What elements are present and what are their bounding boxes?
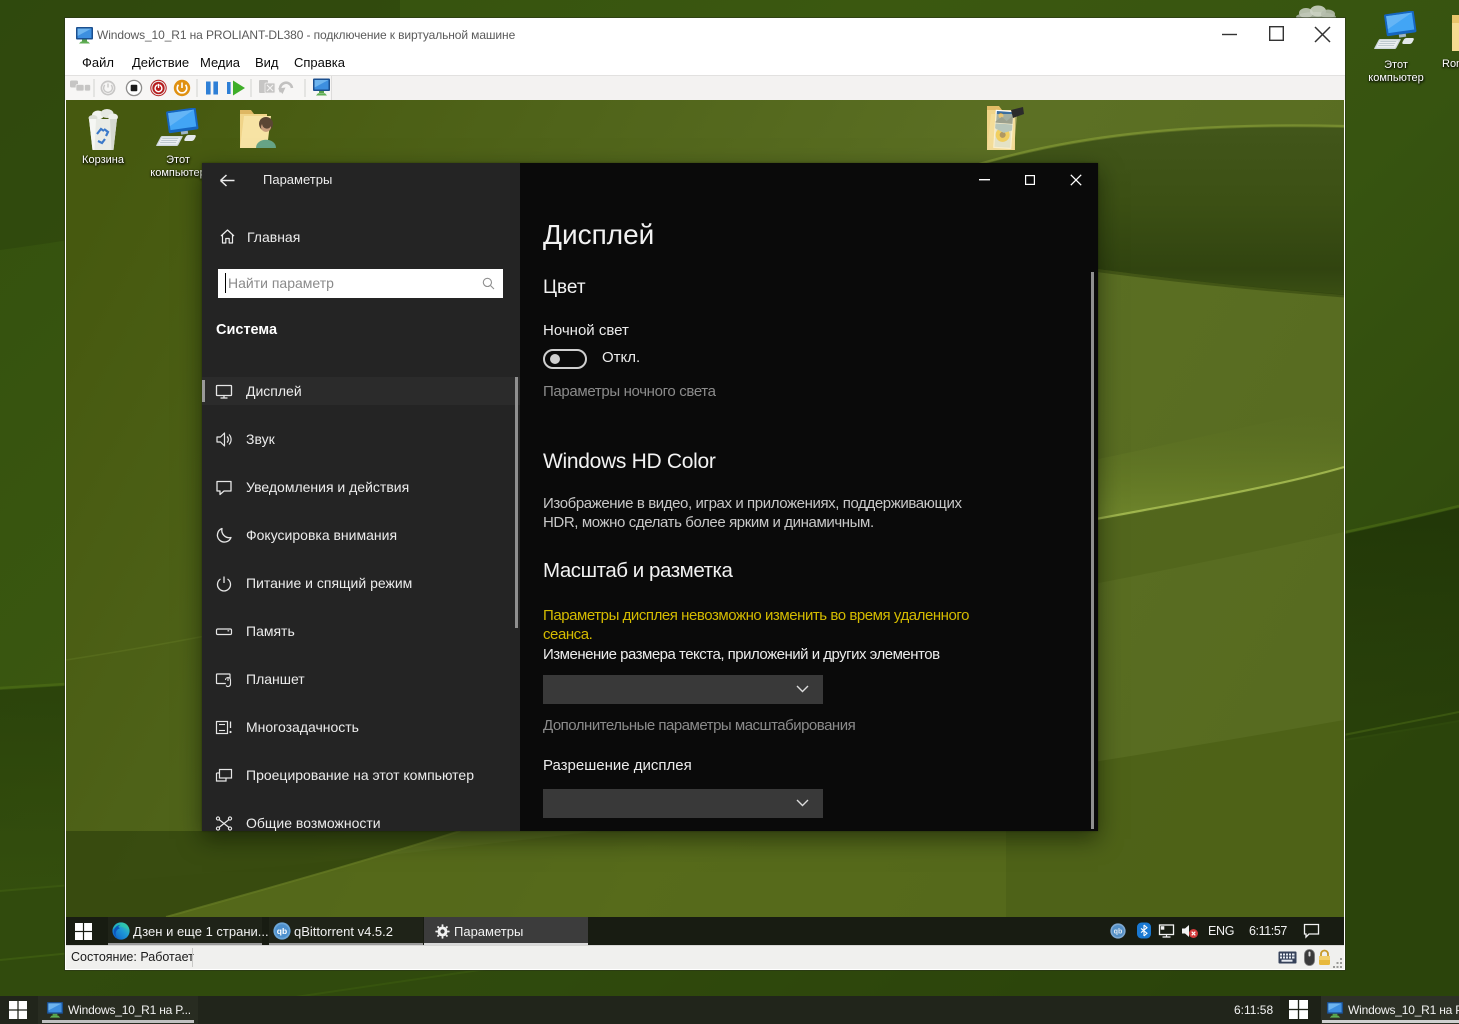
- svg-text:qb: qb: [277, 926, 287, 936]
- svg-text:qb: qb: [1114, 928, 1123, 936]
